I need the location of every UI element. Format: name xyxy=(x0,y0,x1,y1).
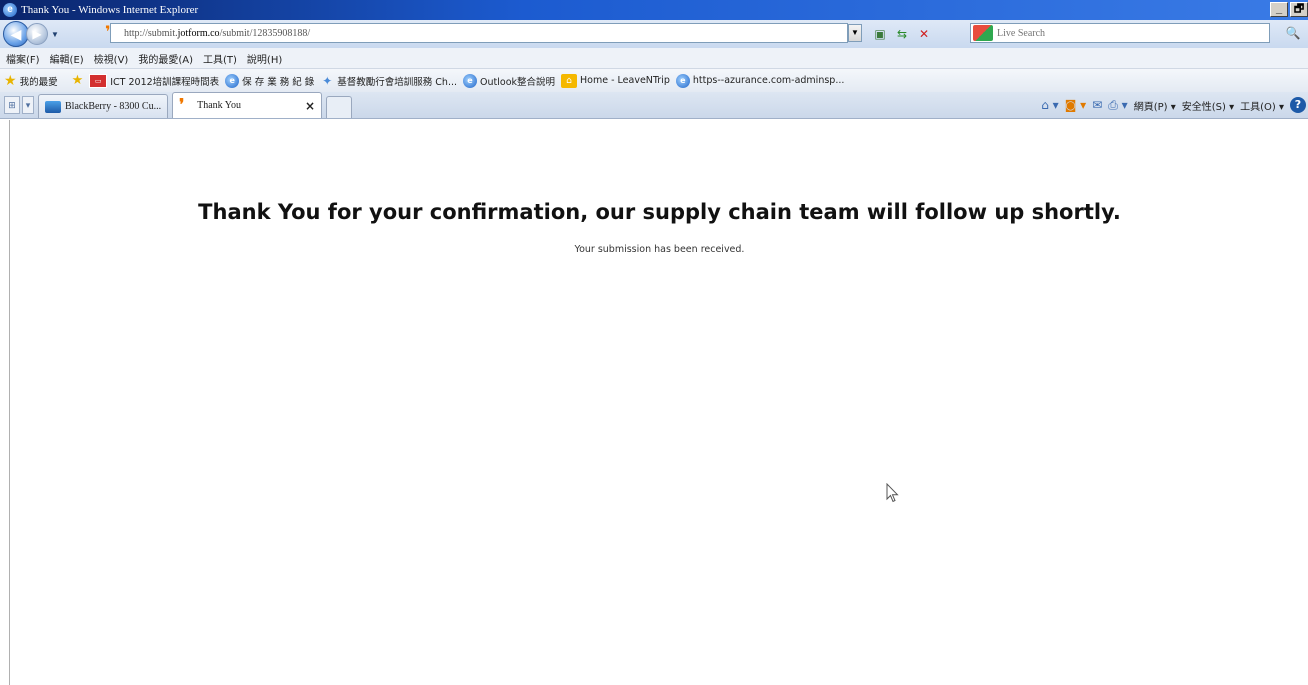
menu-favorites[interactable]: 我的最愛(A) xyxy=(138,51,193,66)
close-tab-icon[interactable]: × xyxy=(305,99,315,113)
submission-received-text: Your submission has been received. xyxy=(574,244,745,255)
tools-menu[interactable]: 工具(O) ▾ xyxy=(1240,98,1284,113)
favorite-item-outlook[interactable]: e Outlook整合說明 xyxy=(463,73,555,88)
forward-button[interactable]: ▶ xyxy=(26,23,48,45)
stop-icon[interactable]: ✕ xyxy=(916,26,932,42)
command-bar: ⌂ ▾ ◙ ▾ ✉ ⎙ ▾ 網頁(P) ▾ 安全性(S) ▾ 工具(O) ▾ ? xyxy=(1041,94,1308,116)
url-text: http://submit.jotform.co/submit/12835908… xyxy=(124,27,311,39)
live-search-logo-icon xyxy=(973,25,993,41)
favorites-center-button[interactable]: ★ 我的最愛 xyxy=(4,73,58,89)
minimize-button[interactable]: _ xyxy=(1270,2,1288,17)
search-input[interactable] xyxy=(997,27,1237,39)
search-box[interactable] xyxy=(970,23,1270,43)
favorites-star-icon: ★ xyxy=(4,72,17,89)
new-tab-button[interactable] xyxy=(326,96,353,118)
ie-page-icon: e xyxy=(463,73,478,88)
menu-edit[interactable]: 編輯(E) xyxy=(50,51,84,66)
mail-icon[interactable]: ✉ xyxy=(1092,98,1102,112)
blackberry-favicon-icon xyxy=(45,100,61,113)
page-content: Thank You for your confirmation, our sup… xyxy=(9,120,1308,685)
favorite-item-records[interactable]: e 保 存 業 務 紀 錄 xyxy=(225,73,314,88)
refresh-icon[interactable]: ⇆ xyxy=(894,26,910,42)
thank-you-heading: Thank You for your confirmation, our sup… xyxy=(198,200,1121,224)
address-input[interactable]: ❜ http://submit.jotform.co/submit/128359… xyxy=(105,23,848,43)
help-icon[interactable]: ? xyxy=(1290,97,1306,113)
safety-menu[interactable]: 安全性(S) ▾ xyxy=(1182,98,1234,113)
menu-file[interactable]: 檔案(F) xyxy=(6,51,40,66)
compatibility-icon[interactable]: ▣ xyxy=(872,26,888,42)
print-icon[interactable]: ⎙ ▾ xyxy=(1108,98,1127,113)
home-site-icon: ⌂ xyxy=(561,73,578,88)
page-menu[interactable]: 網頁(P) ▾ xyxy=(1134,98,1176,113)
feed-icon: ✦ xyxy=(322,73,333,88)
address-row: ◀ ▶ ▼ ❜ http://submit.jotform.co/submit/… xyxy=(0,20,1308,48)
tab-thank-you[interactable]: ❜ Thank You × xyxy=(172,92,323,118)
ie-logo-icon: e xyxy=(3,3,17,17)
restore-button[interactable]: 🗗 xyxy=(1290,2,1308,17)
window-title: Thank You - Windows Internet Explorer xyxy=(21,4,199,16)
jotform-favicon-icon: ❜ xyxy=(105,24,111,41)
title-bar: e Thank You - Windows Internet Explorer … xyxy=(0,0,1308,20)
search-icon[interactable]: 🔍 xyxy=(1282,24,1304,42)
mouse-cursor-icon xyxy=(886,483,899,503)
powerpoint-icon: ▭ xyxy=(89,73,108,88)
ie-page-icon: e xyxy=(225,73,240,88)
menu-help[interactable]: 說明(H) xyxy=(247,51,282,66)
jotform-favicon-icon: ❜ xyxy=(179,96,185,114)
menu-tools[interactable]: 工具(T) xyxy=(203,51,237,66)
add-favorite-icon[interactable]: ★ xyxy=(72,73,84,88)
home-icon[interactable]: ⌂ ▾ xyxy=(1041,98,1058,112)
favorite-item-leaventrip[interactable]: ⌂ Home - LeaveNTrip xyxy=(561,73,670,88)
favorite-item-ict[interactable]: ▭ ICT 2012培訓課程時間表 xyxy=(89,73,219,88)
feeds-icon[interactable]: ◙ ▾ xyxy=(1065,98,1086,112)
tab-list-dropdown-icon[interactable]: ▾ xyxy=(22,96,34,114)
favorite-item-azurance[interactable]: e https--azurance.com-adminsp... xyxy=(675,73,844,88)
quick-tabs-icon[interactable]: ⊞ xyxy=(4,96,20,114)
menu-bar: 檔案(F) 編輯(E) 檢視(V) 我的最愛(A) 工具(T) 說明(H) xyxy=(0,48,1308,68)
address-dropdown-icon[interactable]: ▼ xyxy=(848,24,862,42)
favorite-item-training[interactable]: ✦ 基督教勵行會培訓服務 Ch... xyxy=(320,74,457,88)
tab-bar: ⊞ ▾ BlackBerry - 8300 Cu... ❜ Thank You … xyxy=(0,92,1308,119)
tab-blackberry[interactable]: BlackBerry - 8300 Cu... xyxy=(38,94,169,118)
recent-pages-dropdown-icon[interactable]: ▼ xyxy=(51,30,61,39)
menu-view[interactable]: 檢視(V) xyxy=(94,51,129,66)
ie-page-icon: e xyxy=(675,73,690,88)
favorites-bar: ★ 我的最愛 ★ ▭ ICT 2012培訓課程時間表 e 保 存 業 務 紀 錄… xyxy=(0,68,1308,92)
window-controls: _ 🗗 xyxy=(1270,2,1308,17)
